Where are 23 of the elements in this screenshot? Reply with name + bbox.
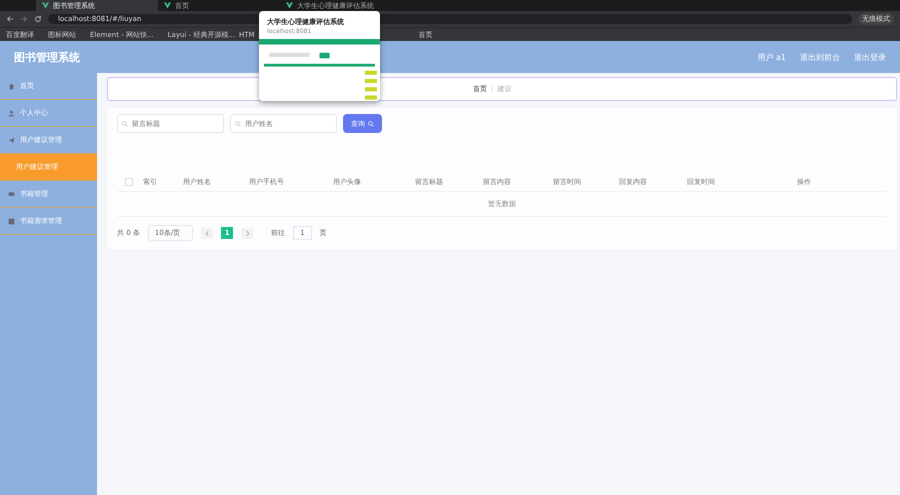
monitor-icon (8, 190, 15, 198)
chevron-right-icon (244, 230, 250, 236)
chevron-icon (83, 219, 89, 223)
reload-icon[interactable] (34, 15, 42, 23)
send-icon (8, 136, 15, 144)
v-logo-icon (42, 2, 49, 9)
chevron-icon (83, 138, 89, 142)
back-icon[interactable] (6, 15, 14, 23)
app-title: 图书管理系统 (14, 50, 80, 64)
search-icon (235, 120, 241, 126)
forward-icon[interactable] (20, 15, 28, 23)
v-logo-icon (164, 2, 171, 9)
select-all-checkbox[interactable] (125, 178, 133, 186)
user-icon (8, 110, 15, 116)
search-icon (122, 120, 128, 126)
v-logo-icon (286, 2, 293, 9)
prev-page-button[interactable] (201, 228, 214, 238)
square-icon (8, 218, 15, 224)
next-page-button[interactable] (241, 228, 254, 238)
chevron-icon (83, 192, 89, 196)
search-icon (368, 120, 374, 126)
home-icon (8, 82, 15, 90)
chevron-left-icon (204, 230, 210, 236)
